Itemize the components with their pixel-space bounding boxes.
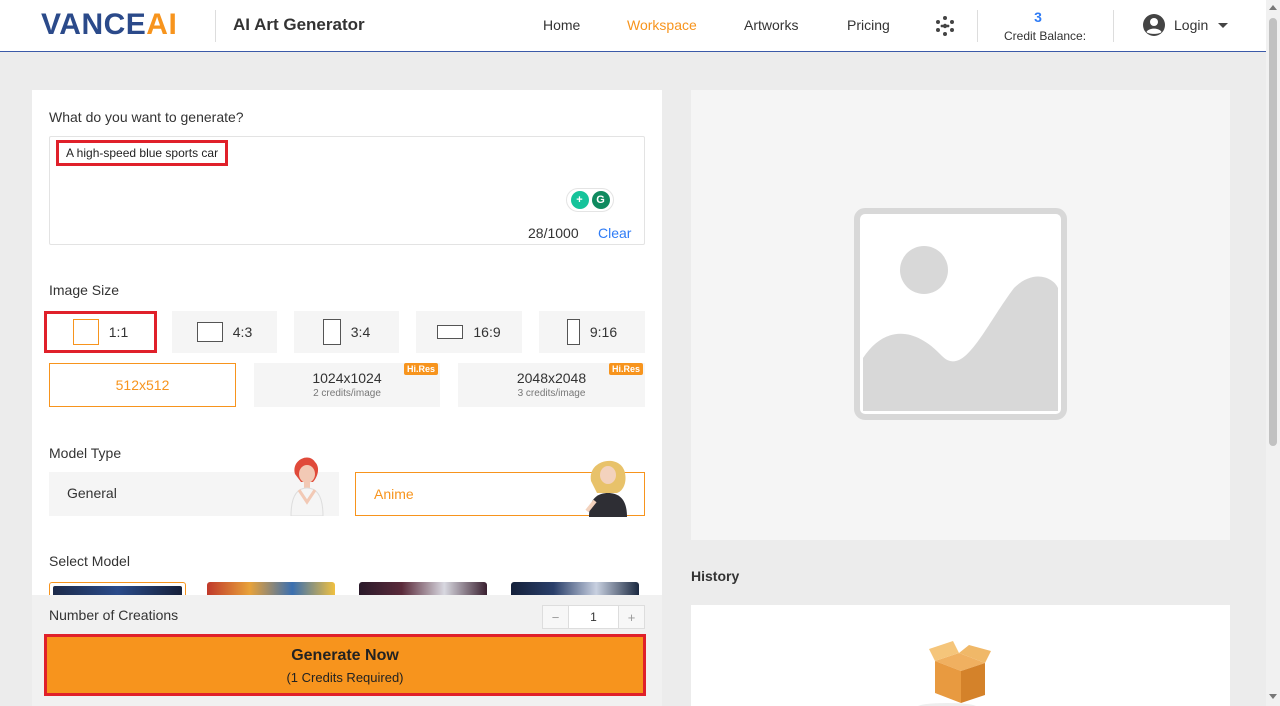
chevron-down-icon [1218,22,1229,28]
select-model-label: Select Model [49,553,130,569]
model-thumbnail[interactable] [49,582,186,596]
nav-artworks[interactable]: Artworks [744,17,798,33]
increment-button[interactable]: + [619,606,644,628]
nav-workspace[interactable]: Workspace [627,17,697,33]
hi-res-badge: Hi.Res [403,363,438,375]
nav-pricing[interactable]: Pricing [847,17,890,33]
ratio-label: 16:9 [473,324,501,340]
header-divider [215,10,216,42]
header-divider [977,10,978,42]
square-ratio-icon [72,319,99,345]
image-preview-area [691,90,1230,540]
logo-accent-text: AI [146,8,178,41]
wide-ratio-icon [437,325,464,339]
prompt-textarea[interactable]: A high-speed blue sports car + G 28/1000… [49,136,645,245]
header-divider [1113,10,1114,42]
login-label: Login [1174,17,1209,33]
model-thumbnail[interactable] [511,582,639,596]
image-placeholder-icon [854,208,1067,420]
hi-res-badge: Hi.Res [608,363,643,375]
model-type-anime[interactable]: Anime [355,460,645,517]
resolution-label: 512x512 [115,377,170,393]
ratio-option-1-1[interactable]: 1:1 [44,311,157,353]
model-thumbnail[interactable] [207,582,335,596]
ratio-option-9-16[interactable]: 9:16 [539,311,645,353]
ratio-option-4-3[interactable]: 4:3 [172,311,277,353]
nav-home[interactable]: Home [543,17,580,33]
creations-label: Number of Creations [49,607,179,623]
model-type-label: Model Type [49,445,122,461]
anime-model-figure-icon [585,460,627,517]
resolution-512[interactable]: 512x512 [49,363,236,407]
landscape-ratio-icon [196,322,223,342]
scrollbar-thumb[interactable] [1269,18,1277,446]
creations-count[interactable]: 1 [568,606,619,628]
ratio-label: 9:16 [589,324,618,340]
image-size-label: Image Size [49,282,120,298]
generator-panel: What do you want to generate? A high-spe… [32,90,662,706]
model-thumbnail[interactable] [359,582,487,596]
apps-grid-icon[interactable] [934,15,956,37]
char-counter: 28/1000 [528,225,579,241]
generate-now-button[interactable]: Generate Now (1 Credits Required) [44,634,646,696]
resolution-1024[interactable]: 1024x1024 2 credits/image Hi.Res [254,363,440,407]
page-scrollbar[interactable] [1266,0,1280,706]
prompt-question-label: What do you want to generate? [49,109,244,125]
model-type-general[interactable]: General [49,457,339,516]
scroll-down-arrow-icon[interactable] [1269,694,1277,699]
generate-bar: Number of Creations − 1 + Generate Now (… [32,595,662,706]
model-type-label-text: General [67,485,117,501]
credit-balance-label: Credit Balance: [1004,29,1087,43]
ratio-label: 3:4 [350,324,371,340]
scroll-up-arrow-icon[interactable] [1269,5,1277,10]
grammarly-widget[interactable]: + G [566,188,614,212]
prompt-text-value[interactable]: A high-speed blue sports car [56,140,229,166]
ratio-option-16-9[interactable]: 16:9 [416,311,522,353]
ratio-option-3-4[interactable]: 3:4 [294,311,399,353]
credit-balance-value: 3 [1034,9,1042,25]
grammarly-plus-icon[interactable]: + [570,191,589,209]
clear-prompt-link[interactable]: Clear [598,225,631,241]
generate-title: Generate Now [291,647,399,664]
general-model-figure-icon [290,457,324,516]
ratio-label: 4:3 [232,324,253,340]
history-panel [691,605,1230,706]
resolution-credits: 2 credits/image [313,388,381,399]
generate-credits-required: (1 Credits Required) [286,670,404,685]
tall-ratio-icon [566,319,580,345]
portrait-ratio-icon [322,319,341,345]
vance-ai-logo[interactable]: VANCEAI [41,8,177,42]
history-title: History [691,568,740,584]
decrement-button[interactable]: − [543,606,568,628]
login-button[interactable]: Login [1142,13,1229,37]
creations-stepper[interactable]: − 1 + [542,605,645,629]
empty-box-icon [917,641,991,706]
grammarly-g-icon[interactable]: G [591,191,610,209]
resolution-2048[interactable]: 2048x2048 3 credits/image Hi.Res [458,363,645,407]
resolution-credits: 3 credits/image [517,388,586,399]
user-avatar-icon [1143,14,1165,36]
product-name: AI Art Generator [233,15,365,34]
top-header: VANCEAI AI Art Generator Home Workspace … [0,0,1266,52]
model-type-label-text: Anime [374,486,414,502]
ratio-label: 1:1 [108,324,129,340]
logo-text: VANCE [41,8,147,41]
